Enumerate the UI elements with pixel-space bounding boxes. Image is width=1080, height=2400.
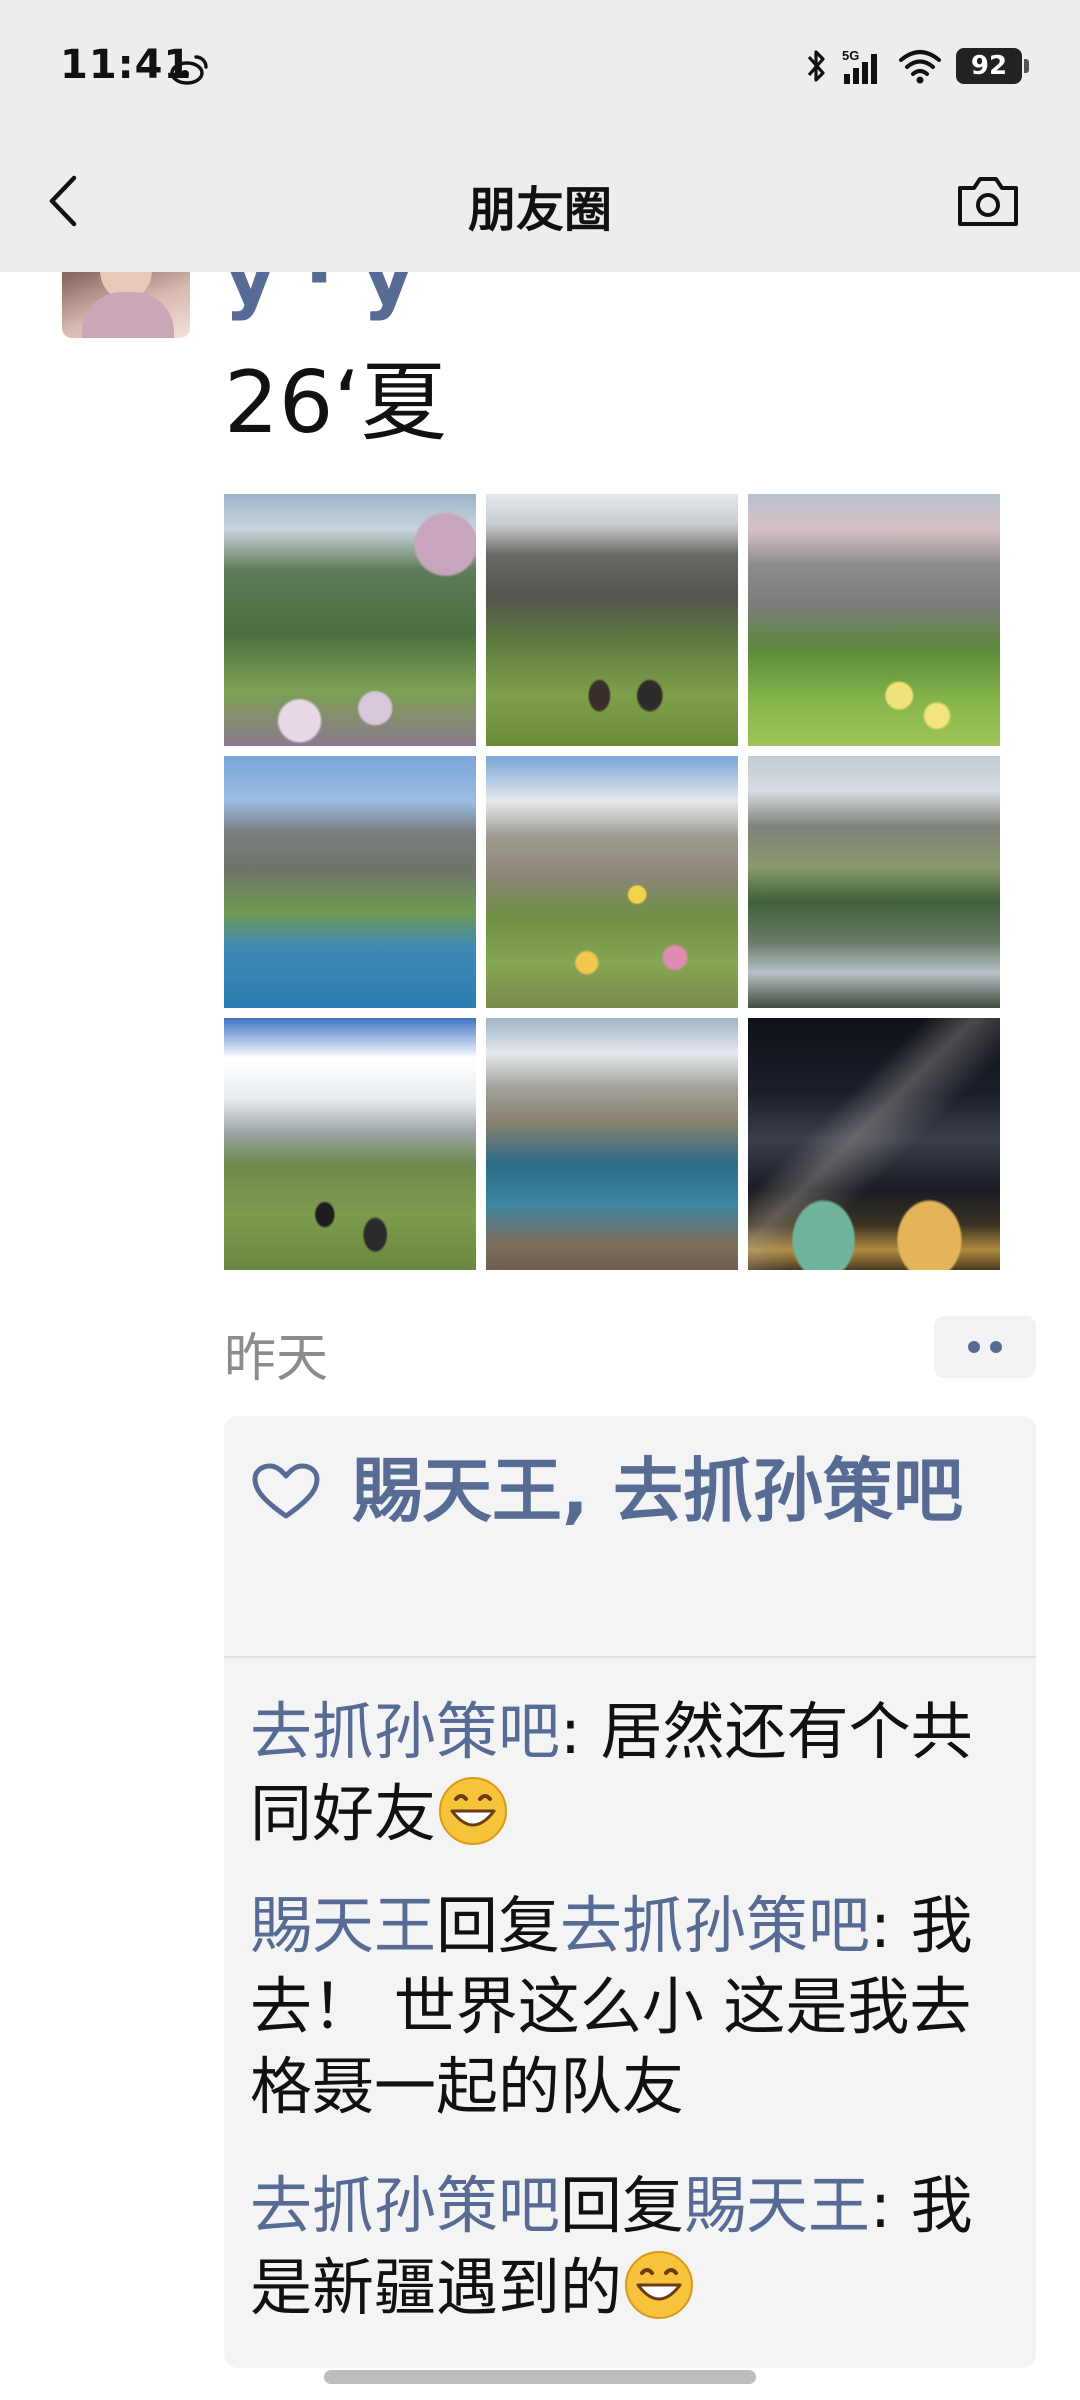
heart-icon [252, 1463, 320, 1519]
photo-alpine-lake[interactable] [224, 756, 476, 1008]
reply-target[interactable]: 賜天王 [684, 2169, 870, 2242]
status-bar: 11:41 5G 92 [0, 0, 1080, 140]
reply-word: 回复 [560, 2169, 685, 2242]
comment-item[interactable]: 去抓孙策吧回复賜天王: 我是新疆遇到的 [250, 2166, 1020, 2328]
battery-indicator: 92 [956, 48, 1029, 84]
comment-item[interactable]: 賜天王回复去抓孙策吧: 我去！ 世界这么小 这是我去格聂一起的队友 [250, 1886, 1020, 2128]
photo-hikers-peaks[interactable] [486, 494, 738, 746]
status-icons: 5G 92 [804, 44, 1029, 88]
comment-author[interactable]: 賜天王 [250, 1889, 436, 1962]
svg-text:5G: 5G [842, 48, 859, 63]
comment-item[interactable]: 去抓孙策吧: 居然还有个共同好友 [250, 1692, 1020, 1854]
grin-emoji-icon [439, 1776, 508, 1845]
weibo-icon [170, 55, 208, 85]
photo-milky-way-tents[interactable] [748, 1018, 1000, 1270]
post-timestamp: 昨天 [224, 1329, 329, 1389]
photo-turquoise-lake[interactable] [486, 1018, 738, 1270]
more-options-button[interactable] [934, 1316, 1036, 1378]
page-title: 朋友圈 [467, 182, 612, 238]
photo-green-slopes[interactable] [748, 494, 1000, 746]
photo-wildflowers[interactable] [486, 756, 738, 1008]
reply-target[interactable]: 去抓孙策吧 [560, 1889, 870, 1962]
reply-word: 回复 [436, 1889, 561, 1962]
header: 11:41 5G 92 朋友圈 [0, 0, 1080, 272]
grin-emoji-icon [625, 2250, 694, 2319]
wifi-icon [899, 50, 941, 84]
comment-author[interactable]: 去抓孙策吧 [250, 1695, 560, 1768]
photo-grid [224, 494, 1000, 1270]
photo-mirror-lake[interactable] [748, 756, 1000, 1008]
post-text: 26‘夏 [224, 353, 447, 453]
bluetooth-icon [807, 50, 825, 82]
nav-bar: 朋友圈 [0, 140, 1080, 272]
divider [224, 1656, 1036, 1658]
photo-clouds-meadow[interactable] [224, 1018, 476, 1270]
photo-meadow-flowers[interactable] [224, 494, 476, 746]
dot-icon [968, 1341, 980, 1353]
camera-icon[interactable] [954, 170, 1022, 232]
signal-icon: 5G [842, 48, 877, 84]
likes-row: 賜天王, 去抓孙策吧 [250, 1444, 1010, 1539]
interaction-panel: 賜天王, 去抓孙策吧 去抓孙策吧: 居然还有个共同好友 賜天王回复去抓孙策吧: … [224, 1416, 1036, 2368]
home-indicator[interactable] [324, 2370, 756, 2384]
dot-icon [990, 1341, 1002, 1353]
likes-names[interactable]: 賜天王, 去抓孙策吧 [352, 1450, 963, 1532]
comment-author[interactable]: 去抓孙策吧 [250, 2169, 560, 2242]
